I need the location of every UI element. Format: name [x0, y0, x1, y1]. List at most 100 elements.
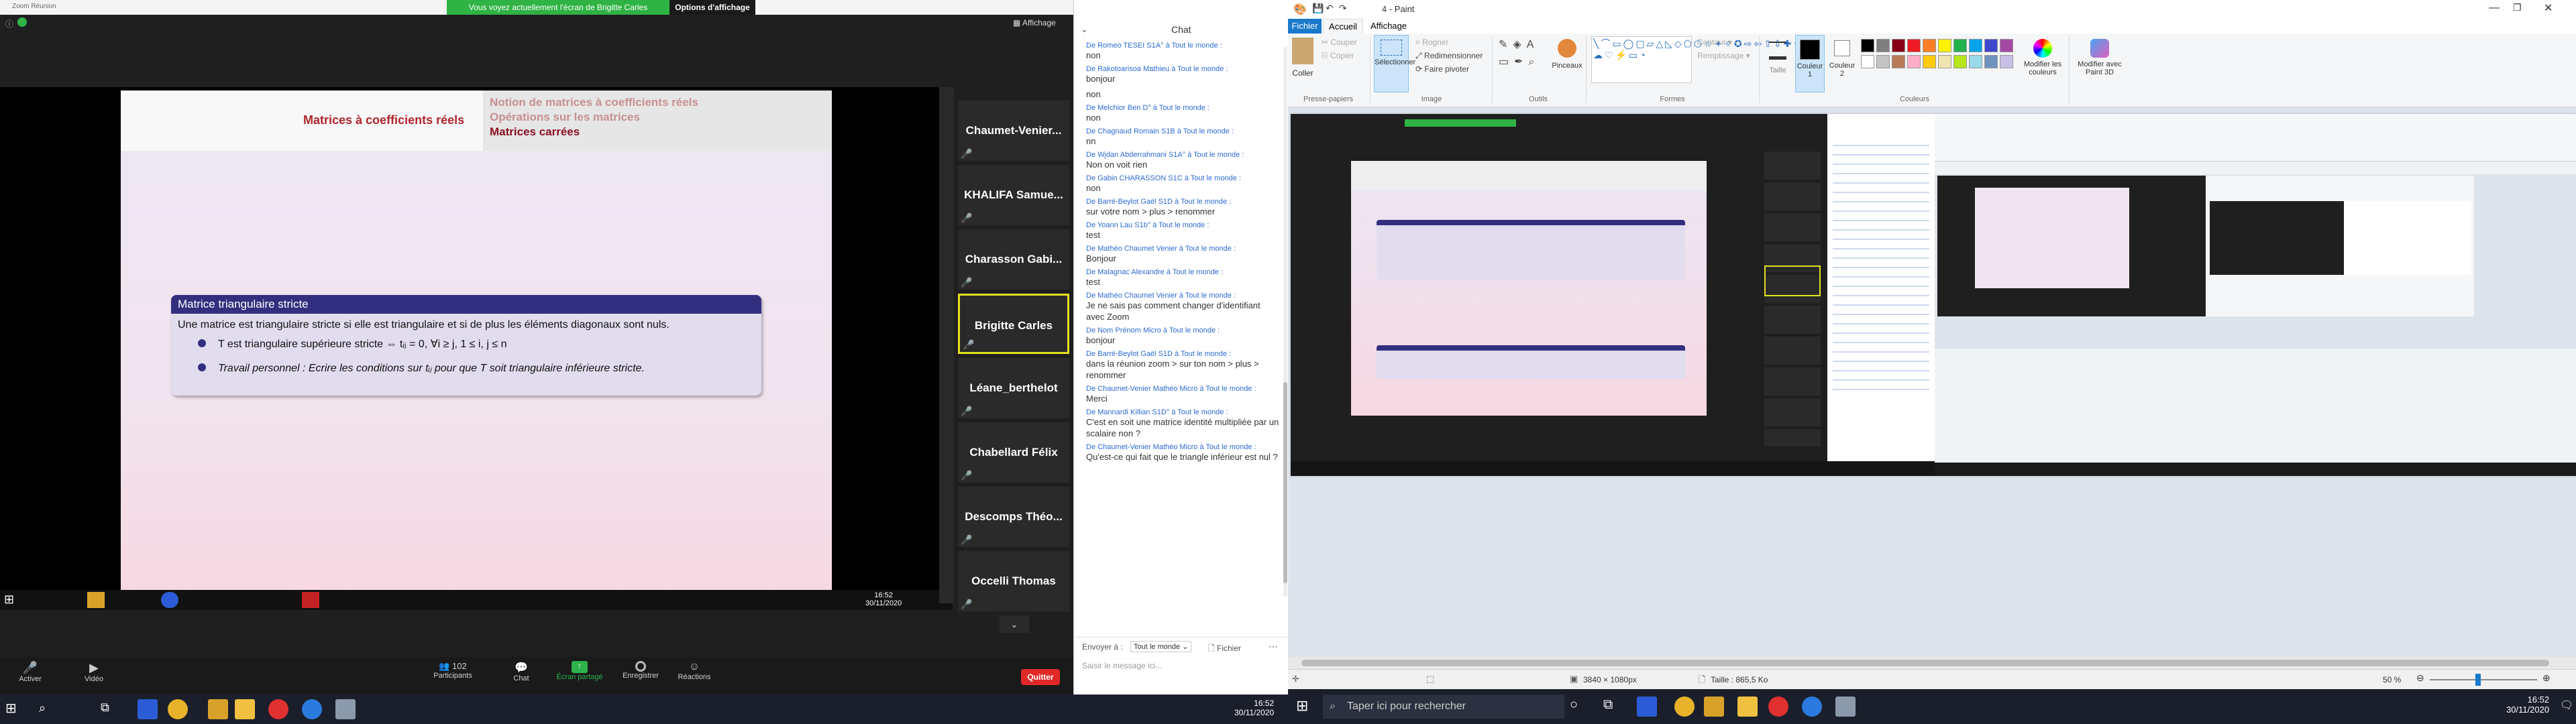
color1-button[interactable]: Couleur 1 — [1795, 35, 1825, 93]
chrome-icon[interactable] — [1674, 697, 1695, 717]
pencil-icon[interactable]: ✎ — [1499, 39, 1513, 50]
chat-input[interactable]: Saisir le message ici... — [1082, 661, 1281, 674]
color-swatch[interactable] — [1984, 55, 1998, 68]
save-icon[interactable]: 💾 — [1312, 3, 1324, 14]
share-screen-button[interactable]: ↑ Écran partagé — [553, 661, 606, 681]
color-swatch[interactable] — [1938, 55, 1951, 68]
fill-icon[interactable]: ◈ — [1513, 39, 1526, 50]
participant-tile[interactable]: Occelli Thomas 🎤 — [958, 551, 1069, 611]
search-icon[interactable]: ⌕ — [39, 701, 46, 715]
copy-button[interactable]: ⎘ Copier — [1322, 51, 1354, 61]
store-icon[interactable] — [235, 699, 255, 719]
windows-icon[interactable]: ⊞ — [5, 700, 17, 717]
color-swatch[interactable] — [1969, 55, 1982, 68]
edit-colors-button[interactable]: Modifier les couleurs — [2019, 35, 2066, 93]
reactions-button[interactable]: ☺ Réactions — [671, 661, 718, 681]
store-icon[interactable] — [1737, 697, 1758, 717]
file-button[interactable]: 🗋 Fichier — [1208, 642, 1241, 656]
color-swatch[interactable] — [2000, 55, 2013, 68]
video-button[interactable]: ▶ Vidéo — [77, 661, 111, 683]
folder-icon[interactable] — [208, 699, 228, 719]
color-swatch[interactable] — [1861, 55, 1874, 68]
color-swatch[interactable] — [1923, 55, 1936, 68]
redo-icon[interactable]: ↷ — [1339, 3, 1347, 14]
app-icon-2[interactable] — [1768, 697, 1788, 717]
rotate-button[interactable]: ⟳ Faire pivoter — [1415, 64, 1469, 74]
view-button[interactable]: ▦ Affichage — [1013, 18, 1056, 27]
tab-file[interactable]: Fichier — [1288, 19, 1322, 34]
color-swatch[interactable] — [1876, 55, 1890, 68]
magnifier-icon[interactable]: ⌕ — [1529, 56, 1540, 68]
chevron-down-icon[interactable]: ⌄ — [1081, 24, 1088, 35]
paste-label[interactable]: Coller — [1291, 68, 1315, 78]
search-box[interactable]: ⌕ Taper ici pour rechercher — [1323, 695, 1564, 719]
chrome-icon[interactable] — [168, 699, 188, 719]
send-to-select[interactable]: Tout le monde ⌄ — [1130, 641, 1192, 652]
color-swatch[interactable] — [1923, 39, 1936, 52]
folder-icon[interactable] — [87, 592, 105, 608]
zoom-out-icon[interactable]: ⊖ — [2416, 672, 2424, 684]
color2-button[interactable]: Couleur 2 — [1827, 35, 1857, 93]
record-button[interactable]: Enregistrer — [617, 661, 664, 680]
app-icon-1[interactable] — [138, 699, 158, 719]
zoom-slider[interactable] — [2430, 679, 2537, 680]
color-swatch[interactable] — [1953, 55, 1967, 68]
paint-taskbar-icon[interactable] — [335, 699, 356, 719]
info-icon[interactable]: ⓘ — [5, 18, 13, 29]
color-swatch[interactable] — [1876, 39, 1890, 52]
zoom-taskbar-icon[interactable] — [1802, 697, 1822, 717]
tab-home[interactable]: Accueil — [1323, 19, 1363, 34]
shapes-gallery[interactable]: ╲⌒▭◯▢▱△◺◇⬠⬡☆✦✧✪⇨⇦⇧⇩✚★☁♡⚡▭◔ — [1591, 36, 1802, 83]
view-options-button[interactable]: Options d'affichage — [669, 0, 755, 15]
task-view-icon[interactable]: ⧉ — [1603, 697, 1613, 713]
cut-button[interactable]: ✂ Couper — [1322, 38, 1357, 47]
brushes-button[interactable]: Pinceaux — [1551, 35, 1583, 93]
text-icon[interactable]: A — [1527, 39, 1540, 50]
notification-icon[interactable]: 🗨 — [2560, 699, 2573, 712]
paste-icon[interactable] — [1292, 38, 1313, 64]
chat-button[interactable]: 💬 Chat — [506, 661, 537, 682]
windows-icon[interactable]: ⊞ — [4, 593, 14, 607]
close-icon[interactable]: ✕ — [2544, 1, 2553, 15]
color-swatch[interactable] — [1938, 39, 1951, 52]
fill-button[interactable]: Remplissage ▾ — [1697, 51, 1750, 60]
color-swatch[interactable] — [1984, 39, 1998, 52]
participant-tile[interactable]: Chabellard Félix 🎤 — [958, 422, 1069, 483]
minimize-icon[interactable]: — — [2489, 2, 2500, 14]
participant-tile[interactable]: Charasson Gabi... 🎤 — [958, 229, 1069, 290]
color-swatch[interactable] — [1969, 39, 1982, 52]
participant-tile[interactable]: Brigitte Carles 🎤 — [958, 294, 1069, 354]
eraser-icon[interactable]: ▭ — [1499, 56, 1514, 68]
chat-scrollbar[interactable] — [1283, 47, 1287, 597]
participant-tile[interactable]: Chaumet-Venier... 🎤 — [958, 101, 1069, 161]
windows-icon[interactable]: ⊞ — [1296, 697, 1308, 715]
color-swatch[interactable] — [1953, 39, 1967, 52]
more-icon[interactable]: ⋯ — [1269, 641, 1278, 652]
color-picker-icon[interactable]: ✒ — [1514, 56, 1528, 68]
zoom-in-icon[interactable]: ⊕ — [2542, 672, 2551, 684]
undo-icon[interactable]: ↶ — [1326, 3, 1334, 14]
color-swatch[interactable] — [1892, 39, 1905, 52]
participant-tile[interactable]: Descomps Théo... 🎤 — [958, 487, 1069, 547]
horizontal-scrollbar[interactable] — [1288, 657, 2576, 669]
pdf-icon[interactable] — [302, 592, 319, 608]
participant-tile[interactable]: KHALIFA Samue... 🎤 — [958, 165, 1069, 225]
shield-icon[interactable] — [17, 17, 27, 27]
select-button[interactable]: Sélectionner — [1374, 35, 1415, 93]
color-swatch[interactable] — [1861, 39, 1874, 52]
outline-button[interactable]: Contour ▾ — [1697, 38, 1732, 47]
app-icon-2[interactable] — [268, 699, 288, 719]
color-swatch[interactable] — [2000, 39, 2013, 52]
chevron-down-icon[interactable]: ⌄ — [1000, 615, 1029, 633]
zoom-icon[interactable] — [161, 592, 178, 608]
crop-button[interactable]: ⌗ Rogner — [1415, 38, 1448, 48]
paint3d-button[interactable]: Modifier avec Paint 3D — [2073, 35, 2127, 93]
participant-tile[interactable]: Léane_berthelot 🎤 — [958, 358, 1069, 418]
color-swatch[interactable] — [1907, 39, 1921, 52]
gallery-scrollbar[interactable] — [939, 87, 954, 603]
audio-button[interactable]: 🎤 Activer — [13, 661, 47, 683]
task-view-icon[interactable]: ⧉ — [101, 701, 109, 715]
resize-button[interactable]: ⤢ Redimensionner — [1415, 51, 1483, 61]
paint-taskbar-icon[interactable] — [1835, 697, 1856, 717]
color-swatch[interactable] — [1892, 55, 1905, 68]
